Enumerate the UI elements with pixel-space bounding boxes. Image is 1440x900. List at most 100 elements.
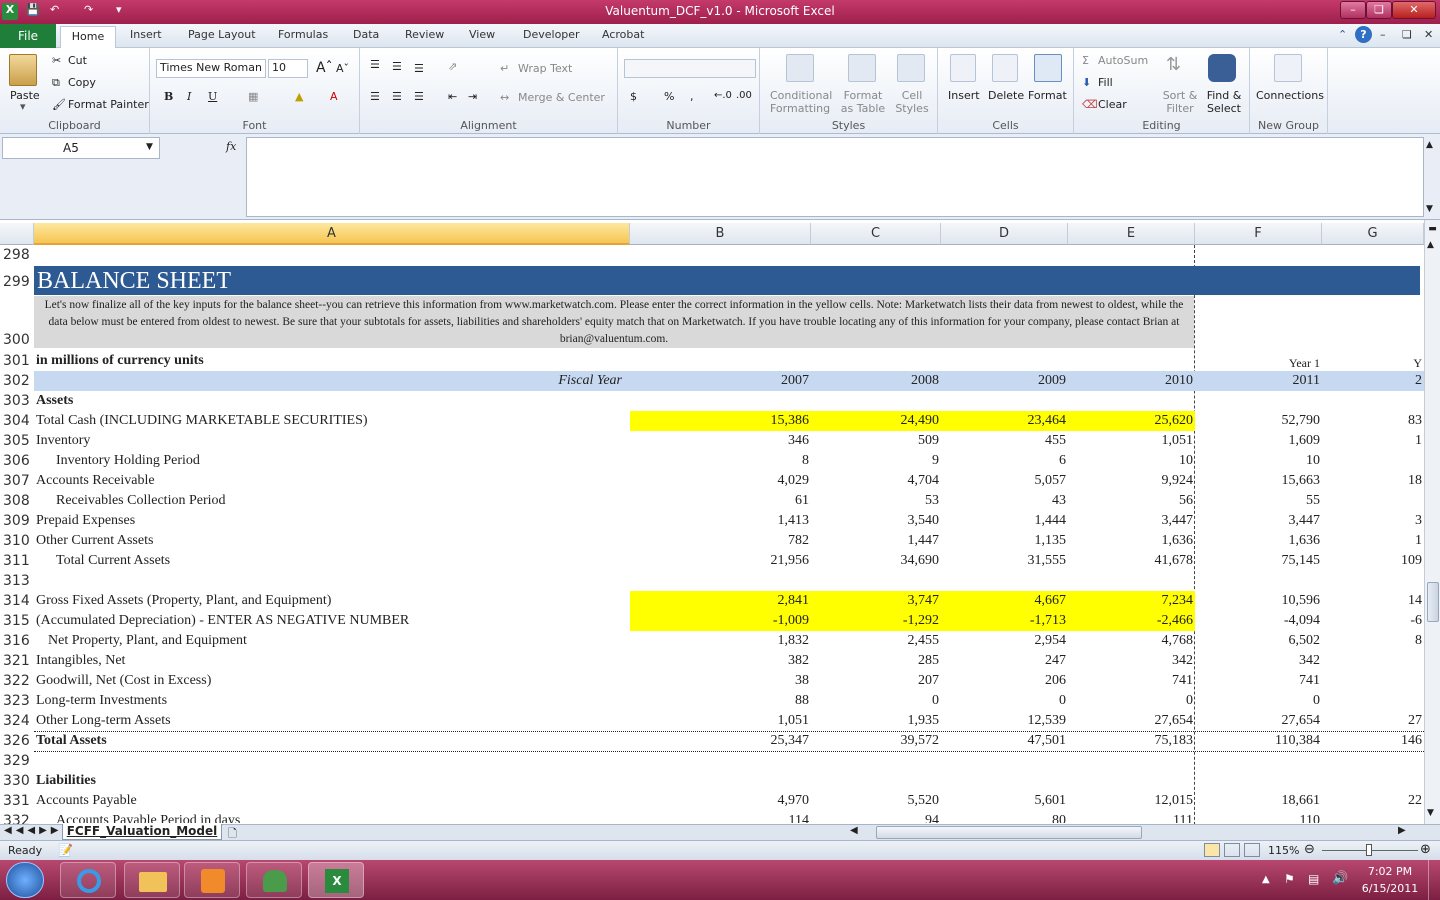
- value-cell[interactable]: 3,447: [1068, 511, 1195, 531]
- formula-scroll-up-icon[interactable]: ▲: [1426, 140, 1433, 150]
- value-cell[interactable]: 1,444: [941, 511, 1068, 531]
- tab-view[interactable]: View: [469, 28, 495, 41]
- value-cell[interactable]: [1068, 771, 1195, 791]
- tab-file[interactable]: File: [0, 24, 56, 48]
- value-cell[interactable]: [1195, 571, 1322, 591]
- value-cell[interactable]: [1322, 391, 1424, 411]
- value-cell[interactable]: 3,747: [811, 591, 941, 611]
- row-header[interactable]: 308: [0, 491, 34, 511]
- value-cell[interactable]: 1,636: [1195, 531, 1322, 551]
- value-cell[interactable]: 10: [1195, 451, 1322, 471]
- row-header[interactable]: 299: [0, 272, 34, 292]
- help-icon[interactable]: ?: [1355, 26, 1372, 43]
- row-label[interactable]: Long-term Investments: [36, 691, 167, 711]
- column-header-c[interactable]: C: [811, 223, 941, 245]
- value-cell[interactable]: 25,347: [630, 731, 811, 751]
- value-cell[interactable]: [1322, 671, 1424, 691]
- value-cell[interactable]: 34,690: [811, 551, 941, 571]
- page-layout-view-icon[interactable]: [1224, 843, 1240, 857]
- row-header[interactable]: 324: [0, 711, 34, 731]
- value-cell[interactable]: [1322, 811, 1424, 823]
- row-header[interactable]: 305: [0, 431, 34, 451]
- row-label[interactable]: Liabilities: [36, 771, 96, 791]
- value-cell[interactable]: 4,029: [630, 471, 811, 491]
- value-cell[interactable]: 1,447: [811, 531, 941, 551]
- grow-font-icon[interactable]: Aˆ: [316, 60, 333, 76]
- value-cell[interactable]: [1068, 391, 1195, 411]
- zoom-slider-thumb[interactable]: [1366, 844, 1372, 856]
- internet-explorer-icon[interactable]: [60, 862, 116, 898]
- row-header[interactable]: 302: [0, 371, 34, 391]
- macro-record-icon[interactable]: 📝: [58, 843, 73, 857]
- align-left-icon[interactable]: ☰: [370, 90, 380, 103]
- volume-icon[interactable]: 🔊: [1332, 871, 1348, 886]
- row-label[interactable]: Intangibles, Net: [36, 651, 125, 671]
- value-cell[interactable]: 31,555: [941, 551, 1068, 571]
- column-header-e[interactable]: E: [1068, 223, 1195, 245]
- page-break-view-icon[interactable]: [1244, 843, 1260, 857]
- fiscal-year-label[interactable]: Fiscal Year: [34, 371, 624, 391]
- media-player-icon[interactable]: [184, 862, 240, 898]
- value-cell[interactable]: [811, 771, 941, 791]
- value-cell[interactable]: 109: [1322, 551, 1424, 571]
- collapse-ribbon-icon[interactable]: ⌃: [1338, 28, 1347, 41]
- name-box-dropdown-icon[interactable]: ▼: [146, 142, 153, 152]
- font-size-select[interactable]: 10: [268, 59, 308, 78]
- value-cell[interactable]: [941, 751, 1068, 771]
- value-cell[interactable]: 15,386: [630, 411, 811, 431]
- tab-insert[interactable]: Insert: [130, 28, 162, 41]
- show-desktop-button[interactable]: [1428, 860, 1440, 900]
- row-header[interactable]: 323: [0, 691, 34, 711]
- value-cell[interactable]: 75,145: [1195, 551, 1322, 571]
- action-center-icon[interactable]: ⚑: [1284, 872, 1295, 886]
- value-cell[interactable]: 382: [630, 651, 811, 671]
- value-cell[interactable]: 55: [1195, 491, 1322, 511]
- year-cell[interactable]: 2: [1322, 371, 1424, 391]
- workbook-restore-icon[interactable]: ❏: [1402, 28, 1412, 41]
- value-cell[interactable]: [811, 391, 941, 411]
- value-cell[interactable]: 4,704: [811, 471, 941, 491]
- value-cell[interactable]: 21,956: [630, 551, 811, 571]
- value-cell[interactable]: 2,954: [941, 631, 1068, 651]
- row-header[interactable]: 313: [0, 571, 34, 591]
- align-top-icon[interactable]: ☰: [370, 58, 380, 71]
- value-cell[interactable]: 5,057: [941, 471, 1068, 491]
- value-cell[interactable]: 114: [630, 811, 811, 823]
- value-cell[interactable]: 206: [941, 671, 1068, 691]
- year-cell[interactable]: 2010: [1068, 371, 1195, 391]
- year-cell[interactable]: 2008: [811, 371, 941, 391]
- row-label[interactable]: Assets: [36, 391, 73, 411]
- row-header[interactable]: 326: [0, 731, 34, 751]
- start-button[interactable]: [6, 862, 44, 898]
- value-cell[interactable]: 9,924: [1068, 471, 1195, 491]
- bold-button[interactable]: B: [164, 90, 173, 103]
- fill-button[interactable]: Fill: [1098, 76, 1113, 89]
- insert-cells-icon[interactable]: [950, 54, 976, 82]
- tab-data[interactable]: Data: [353, 28, 379, 41]
- value-cell[interactable]: 346: [630, 431, 811, 451]
- zoom-in-icon[interactable]: ⊕: [1420, 842, 1431, 857]
- year-1-label[interactable]: Year 1: [1195, 353, 1322, 373]
- value-cell[interactable]: 1,413: [630, 511, 811, 531]
- value-cell[interactable]: 12,015: [1068, 791, 1195, 811]
- value-cell[interactable]: 15,663: [1195, 471, 1322, 491]
- value-cell[interactable]: 3,447: [1195, 511, 1322, 531]
- value-cell[interactable]: 0: [811, 691, 941, 711]
- tab-formulas[interactable]: Formulas: [278, 28, 328, 41]
- row-label[interactable]: Accounts Payable Period in days: [56, 811, 240, 823]
- column-header-b[interactable]: B: [630, 223, 811, 245]
- clear-button[interactable]: Clear: [1098, 98, 1127, 111]
- row-header[interactable]: 309: [0, 511, 34, 531]
- increase-indent-icon[interactable]: ⇥: [468, 90, 477, 103]
- value-cell[interactable]: [630, 571, 811, 591]
- value-cell[interactable]: -6: [1322, 611, 1424, 631]
- value-cell[interactable]: 38: [630, 671, 811, 691]
- value-cell[interactable]: 47,501: [941, 731, 1068, 751]
- decrease-decimal-icon[interactable]: .00: [736, 90, 752, 101]
- value-cell[interactable]: 782: [630, 531, 811, 551]
- value-cell[interactable]: 53: [811, 491, 941, 511]
- value-cell[interactable]: 342: [1195, 651, 1322, 671]
- copy-button[interactable]: Copy: [68, 76, 96, 89]
- conditional-formatting-icon[interactable]: [786, 54, 814, 82]
- wrap-text-icon[interactable]: ↵: [500, 62, 509, 75]
